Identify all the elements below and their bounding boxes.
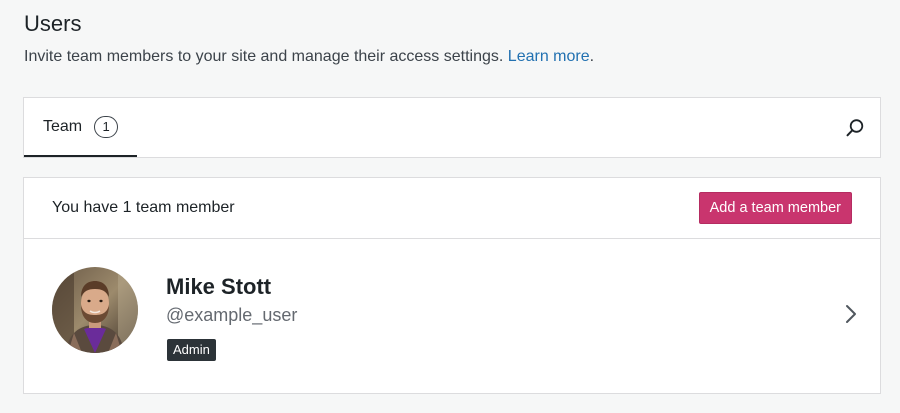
avatar	[52, 267, 138, 353]
section-nav: Team 1	[23, 97, 881, 158]
tab-team-count: 1	[94, 115, 119, 138]
search-button[interactable]	[842, 115, 868, 141]
users-page: Users Invite team members to your site a…	[0, 0, 900, 413]
tab-team-label: Team	[43, 117, 83, 135]
team-members-card: You have 1 team member Add a team member	[23, 177, 881, 394]
team-member-row[interactable]: Mike Stott @example_user Admin	[24, 239, 880, 393]
subtitle-period: .	[589, 48, 595, 65]
chevron-right-icon[interactable]	[844, 303, 858, 330]
subtitle-text: Invite team members to your site and man…	[24, 48, 504, 65]
member-name: Mike Stott	[166, 274, 272, 299]
search-icon	[846, 119, 864, 137]
team-member-count: You have 1 team member	[52, 199, 235, 216]
page-subtitle: Invite team members to your site and man…	[24, 48, 594, 66]
member-username: @example_user	[166, 305, 298, 325]
tab-team[interactable]: Team 1	[24, 98, 137, 157]
role-badge: Admin	[167, 339, 216, 361]
team-members-header: You have 1 team member Add a team member	[24, 178, 880, 239]
learn-more-link[interactable]: Learn more	[508, 48, 590, 65]
add-team-member-button[interactable]: Add a team member	[698, 192, 852, 224]
page-title: Users	[24, 11, 82, 36]
